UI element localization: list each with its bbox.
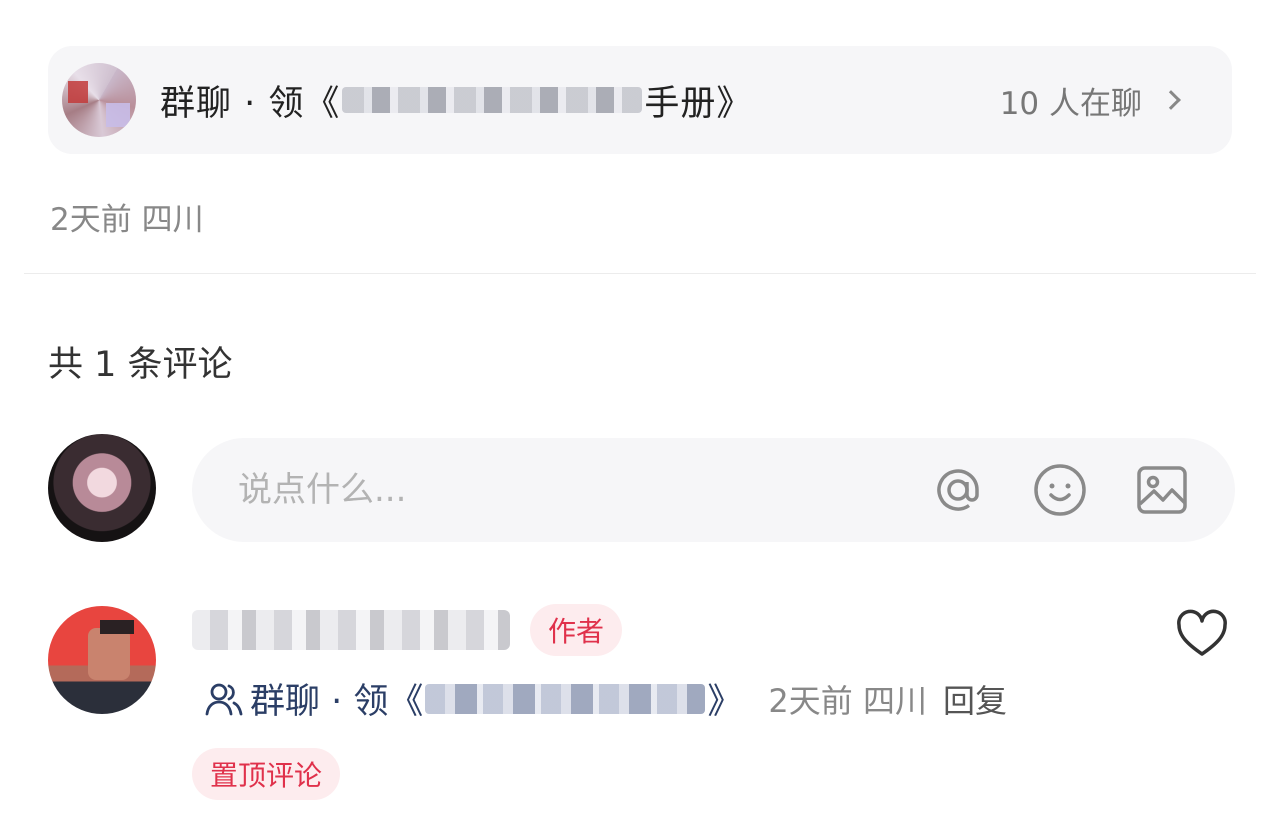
comment-author-row: 作者 bbox=[192, 604, 623, 656]
comment-content: 群聊 · 领《 》 2天前 四川 回复 bbox=[204, 673, 1007, 724]
group-chat-title: 群聊 · 领《 手册》 bbox=[160, 75, 1000, 126]
group-member-count[interactable]: 10 人在聊 bbox=[1000, 78, 1216, 123]
group-chat-card[interactable]: 群聊 · 领《 手册》 10 人在聊 bbox=[48, 46, 1232, 154]
group-avatar bbox=[62, 63, 136, 137]
divider bbox=[24, 273, 1256, 274]
author-badge: 作者 bbox=[530, 604, 623, 656]
group-title-suffix: 手册》 bbox=[644, 83, 753, 124]
commenter-avatar[interactable] bbox=[48, 606, 156, 714]
heart-icon[interactable] bbox=[1174, 606, 1230, 662]
group-link-prefix: 群聊 · 领《 bbox=[250, 682, 424, 722]
smile-icon[interactable] bbox=[1031, 461, 1089, 519]
comment-input-box[interactable] bbox=[192, 438, 1235, 542]
people-icon bbox=[205, 683, 243, 715]
image-icon[interactable] bbox=[1133, 461, 1191, 519]
member-count-label: 10 人在聊 bbox=[999, 85, 1142, 122]
at-icon[interactable] bbox=[929, 461, 987, 519]
group-title-prefix: 群聊 · 领《 bbox=[160, 83, 341, 124]
comment-count: 共 1 条评论 bbox=[48, 345, 233, 385]
current-user-avatar bbox=[48, 434, 156, 542]
post-time-location: 2天前 四川 bbox=[50, 202, 204, 238]
redacted-text bbox=[342, 87, 643, 113]
redacted-text bbox=[425, 683, 706, 714]
group-chat-link[interactable]: 群聊 · 领《 》 bbox=[250, 673, 742, 724]
comment-time-location: 2天前 四川 bbox=[768, 681, 927, 720]
commenter-name[interactable] bbox=[192, 610, 510, 650]
pinned-comment-badge: 置顶评论 bbox=[192, 748, 341, 800]
reply-button[interactable]: 回复 bbox=[943, 676, 1007, 722]
chevron-right-icon bbox=[1161, 90, 1181, 110]
comment-input[interactable] bbox=[238, 470, 929, 510]
group-link-suffix: 》 bbox=[707, 682, 743, 722]
